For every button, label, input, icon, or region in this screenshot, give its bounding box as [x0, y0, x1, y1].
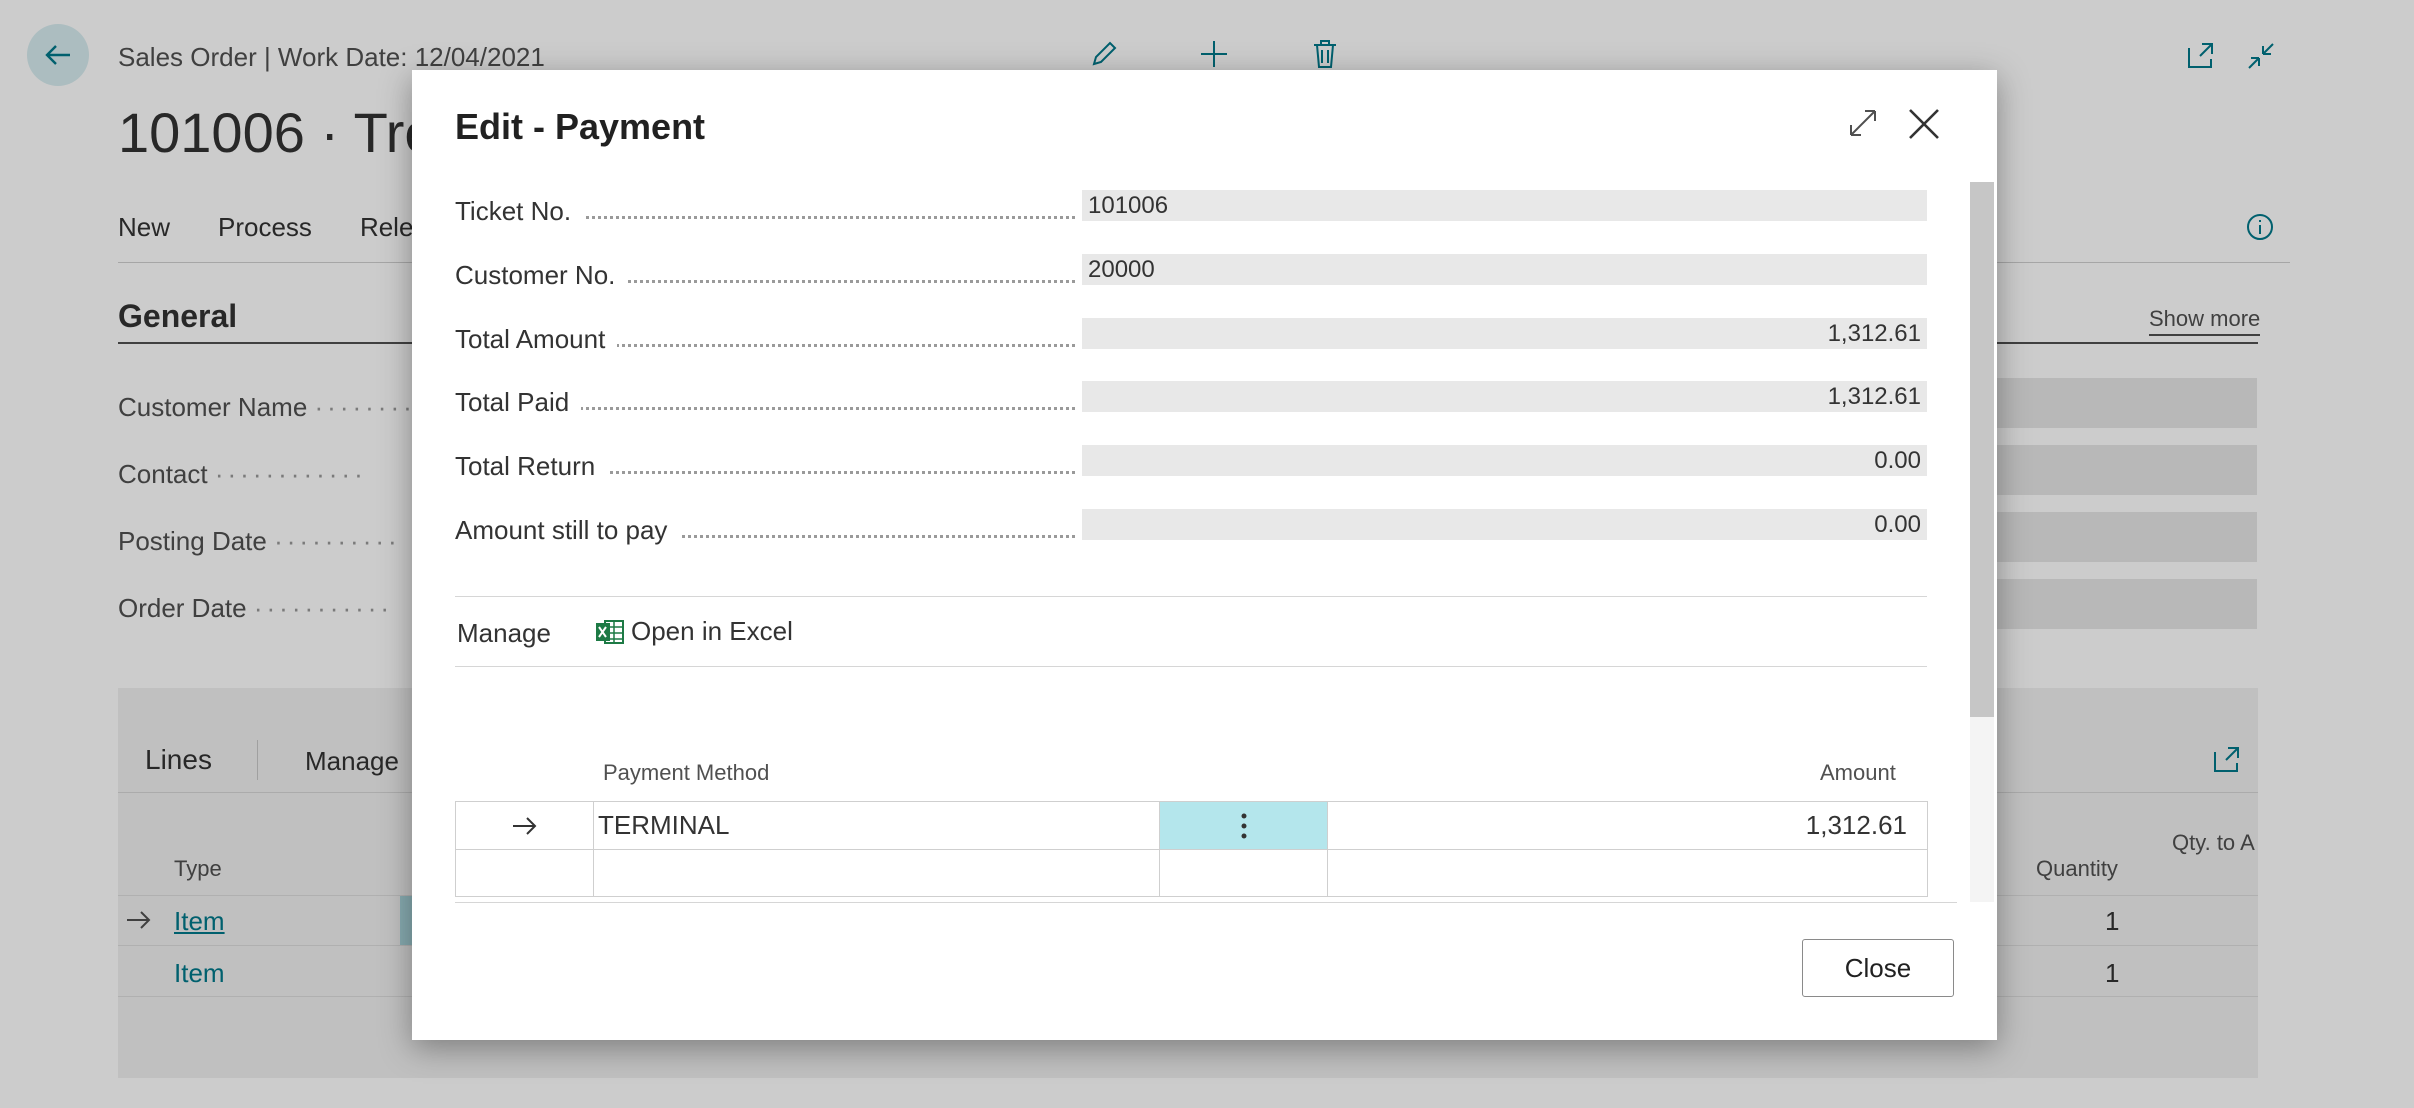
column-header-amount[interactable]: Amount [1820, 760, 1896, 786]
amount-still-to-pay-field[interactable]: 0.00 [1082, 509, 1927, 541]
ticket-no-row: Ticket No. 101006 [455, 190, 1927, 230]
arrow-right-icon [512, 816, 536, 835]
more-options-icon [1241, 813, 1246, 838]
table-row[interactable]: TERMINAL 1,312.61 [456, 802, 1927, 849]
payment-lines-grid: TERMINAL 1,312.61 [455, 801, 1928, 897]
field-label: Total Return [455, 451, 608, 482]
row-selector[interactable] [456, 802, 594, 849]
divider [455, 596, 1927, 597]
total-paid-field[interactable]: 1,312.61 [1082, 381, 1927, 413]
excel-icon [596, 619, 624, 644]
divider [455, 902, 1957, 903]
total-amount-field[interactable]: 1,312.61 [1082, 318, 1927, 350]
divider [455, 666, 1927, 667]
manage-menu[interactable]: Manage [457, 618, 551, 649]
amount-cell[interactable] [1328, 850, 1927, 896]
close-icon[interactable] [1906, 106, 1942, 147]
total-return-row: Total Return 0.00 [455, 445, 1927, 485]
row-selector[interactable] [456, 850, 594, 896]
field-label: Total Paid [455, 387, 582, 418]
row-actions-button[interactable] [1160, 802, 1328, 849]
total-return-field[interactable]: 0.00 [1082, 445, 1927, 477]
close-button[interactable]: Close [1802, 939, 1954, 997]
column-header-payment-method[interactable]: Payment Method [603, 760, 769, 786]
ticket-no-field[interactable]: 101006 [1082, 190, 1927, 222]
field-label: Customer No. [455, 260, 628, 291]
expand-icon[interactable] [1848, 108, 1878, 143]
total-amount-row: Total Amount 1,312.61 [455, 318, 1927, 358]
row-actions-button[interactable] [1160, 850, 1328, 896]
field-label: Total Amount [455, 324, 618, 355]
field-label: Amount still to pay [455, 515, 680, 546]
field-label: Ticket No. [455, 196, 584, 227]
amount-still-to-pay-row: Amount still to pay 0.00 [455, 509, 1927, 549]
open-in-excel-label: Open in Excel [631, 616, 793, 646]
table-row-empty[interactable] [456, 849, 1927, 896]
total-paid-row: Total Paid 1,312.61 [455, 381, 1927, 421]
edit-payment-dialog: Edit - Payment Ticket No. 101006 Custome… [412, 70, 1997, 1040]
payment-method-cell[interactable] [594, 850, 1160, 896]
payment-method-cell[interactable]: TERMINAL [594, 802, 1160, 849]
amount-cell[interactable]: 1,312.61 [1328, 802, 1927, 849]
customer-no-field[interactable]: 20000 [1082, 254, 1927, 286]
scrollbar-thumb[interactable] [1970, 182, 1994, 717]
customer-no-row: Customer No. 20000 [455, 254, 1927, 294]
dialog-title: Edit - Payment [455, 106, 706, 147]
open-in-excel-button[interactable]: Open in Excel [595, 616, 793, 647]
